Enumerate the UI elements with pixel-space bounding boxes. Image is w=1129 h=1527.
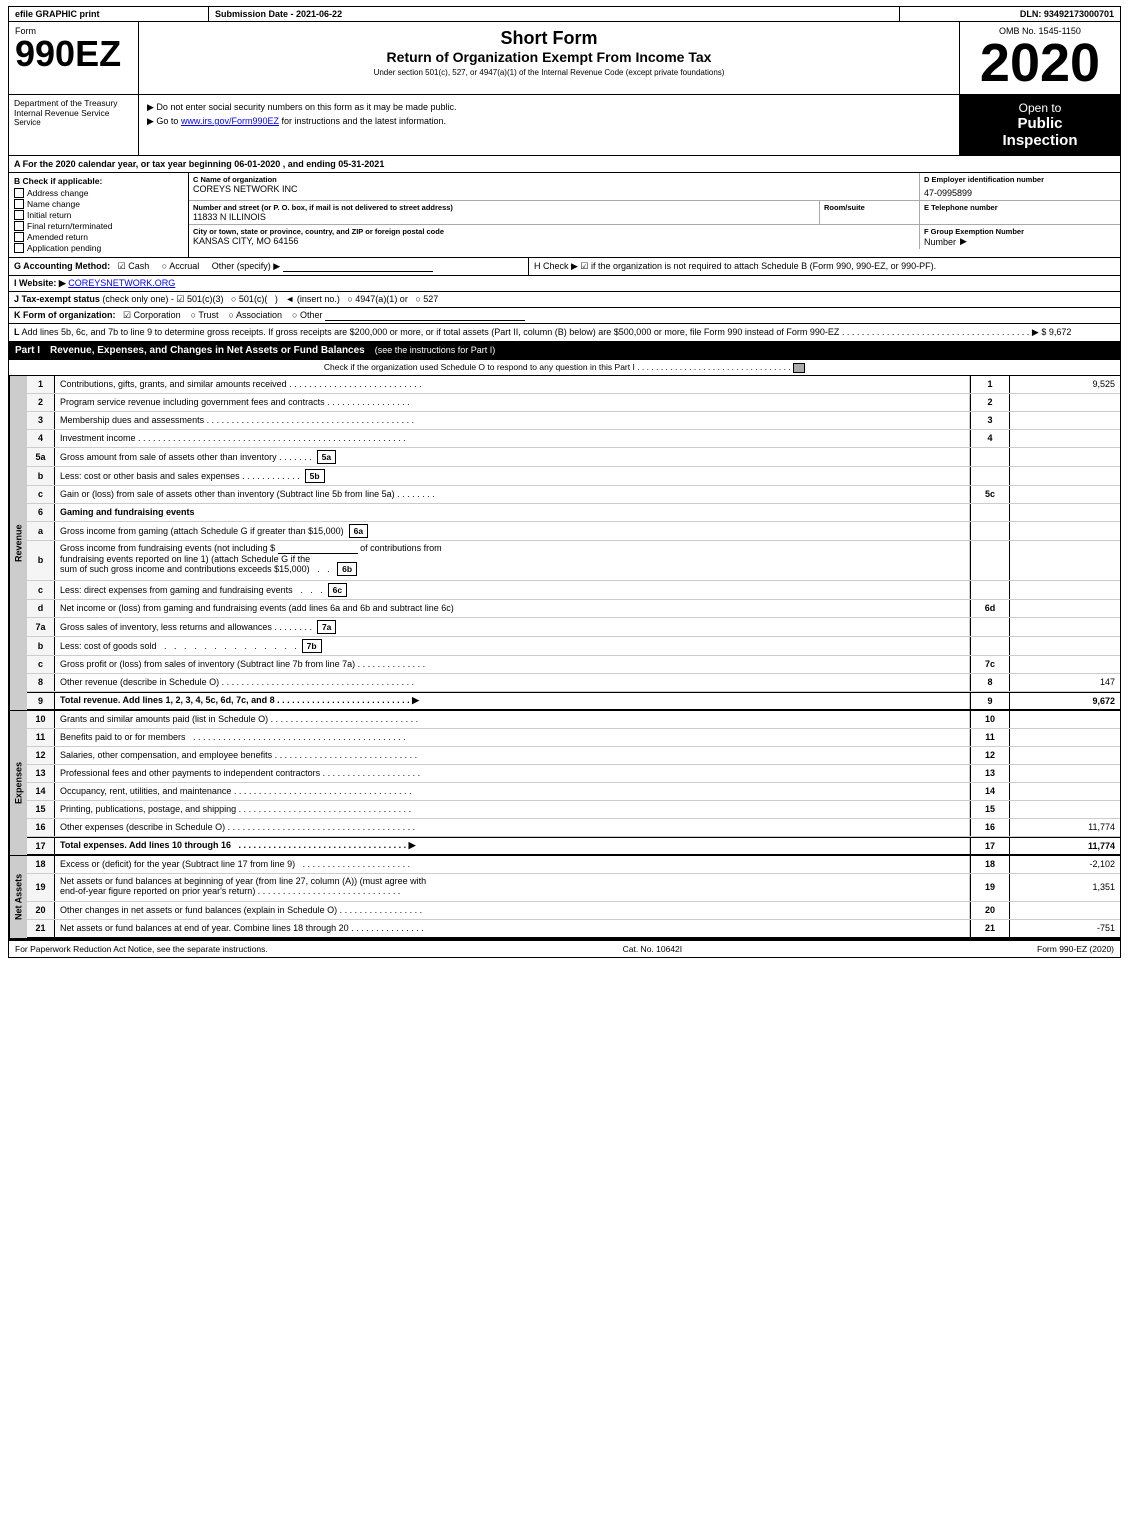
name-change-label: Name change	[27, 199, 80, 209]
section-h: H Check ▶ ☑ if the organization is not r…	[529, 258, 1120, 275]
form-number-box: Form 990EZ	[9, 22, 139, 94]
application-pending-label: Application pending	[27, 243, 101, 253]
line-l: L Add lines 5b, 6c, and 7b to line 9 to …	[8, 324, 1121, 342]
amended-return-label: Amended return	[27, 232, 88, 242]
notices-box: ▶ Do not enter social security numbers o…	[139, 95, 960, 155]
dept-info: Department of the Treasury Internal Reve…	[9, 95, 139, 155]
form-990ez-label: 990EZ	[15, 36, 132, 72]
initial-return-label: Initial return	[27, 210, 71, 220]
section-a: A For the 2020 calendar year, or tax yea…	[8, 156, 1121, 173]
year-box: OMB No. 1545-1150 2020	[960, 22, 1120, 94]
section-g: G Accounting Method: ☑ Cash ○ Accrual Ot…	[9, 258, 529, 275]
net-assets-side-label: Net Assets	[9, 856, 27, 938]
form-title-box: Short Form Return of Organization Exempt…	[139, 22, 960, 94]
page: efile GRAPHIC print Submission Date - 20…	[0, 0, 1129, 964]
footer-paperwork: For Paperwork Reduction Act Notice, see …	[15, 944, 268, 954]
org-info-box: C Name of organization COREYS NETWORK IN…	[189, 173, 1120, 257]
revenue-side-label: Revenue	[9, 376, 27, 710]
revenue-rows: 1 Contributions, gifts, grants, and simi…	[27, 376, 1120, 710]
dln: DLN: 93492173000701	[900, 7, 1120, 21]
section-b-checks: B Check if applicable: Address change Na…	[9, 173, 189, 257]
part1-check-line: Check if the organization used Schedule …	[8, 360, 1121, 376]
address-change-label: Address change	[27, 188, 88, 198]
efile-label: efile GRAPHIC print	[9, 7, 209, 21]
form-org-row: K Form of organization: ☑ Corporation ○ …	[8, 308, 1121, 324]
footer-cat-no: Cat. No. 10642I	[623, 944, 683, 954]
submission-date: Submission Date - 2021-06-22	[209, 7, 900, 21]
footer: For Paperwork Reduction Act Notice, see …	[8, 939, 1121, 958]
revenue-section: Revenue 1 Contributions, gifts, grants, …	[8, 376, 1121, 711]
website-row: I Website: ▶ COREYSNETWORK.ORG	[8, 276, 1121, 292]
part1-header: Part I Revenue, Expenses, and Changes in…	[8, 342, 1121, 360]
final-return-label: Final return/terminated	[27, 221, 113, 231]
footer-form-ref: Form 990-EZ (2020)	[1037, 944, 1114, 954]
expenses-section: Expenses 10 Grants and similar amounts p…	[8, 711, 1121, 856]
tax-status-row: J Tax-exempt status (check only one) - ☑…	[8, 292, 1121, 308]
net-assets-section: Net Assets 18 Excess or (deficit) for th…	[8, 856, 1121, 939]
open-to-public-badge: Open to Public Inspection	[960, 95, 1120, 155]
expenses-side-label: Expenses	[9, 711, 27, 855]
